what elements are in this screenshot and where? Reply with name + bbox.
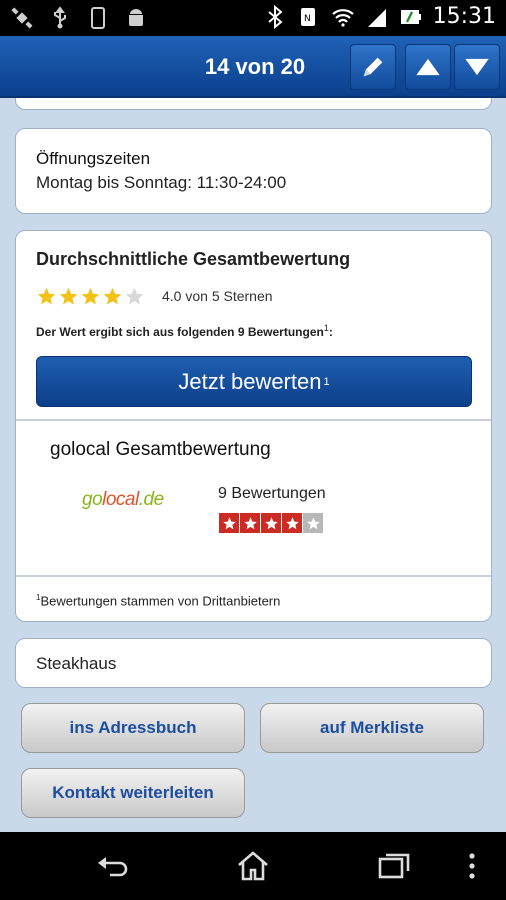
home-icon[interactable]	[235, 849, 271, 883]
rating-card: Durchschnittliche Gesamtbewertung 4.0 vo…	[15, 230, 492, 622]
wifi-icon	[331, 8, 354, 27]
opening-hours-title: Öffnungszeiten	[36, 149, 151, 168]
usb-icon	[54, 6, 66, 29]
battery-icon	[400, 9, 421, 24]
arrow-up-icon	[416, 58, 440, 76]
forward-contact-button[interactable]: Kontakt weiterleiten	[21, 768, 245, 818]
divider	[16, 419, 491, 421]
golocal-logo[interactable]: golocal.de	[82, 489, 164, 511]
satellite-icon	[11, 7, 33, 29]
rating-stars-text: 4.0 von 5 Sternen	[162, 288, 273, 304]
page-title: 14 von 20	[204, 54, 306, 79]
phone-icon	[91, 7, 105, 29]
rate-now-button[interactable]: Jetzt bewerten 1	[36, 356, 472, 407]
nfc-icon: N	[300, 7, 315, 26]
previous-button[interactable]	[405, 44, 451, 90]
next-button[interactable]	[454, 44, 500, 90]
star-icon	[303, 513, 323, 533]
add-to-watchlist-button[interactable]: auf Merkliste	[260, 703, 484, 753]
detail-content[interactable]: Öffnungszeiten Montag bis Sonntag: 11:30…	[0, 98, 506, 832]
star-icon	[37, 287, 56, 305]
svg-text:N: N	[304, 14, 311, 24]
status-bar: N 15:31	[0, 0, 506, 36]
add-to-address-book-button[interactable]: ins Adressbuch	[21, 703, 245, 753]
category-card: Steakhaus	[15, 638, 492, 688]
overflow-menu-icon[interactable]	[462, 849, 482, 883]
previous-card	[15, 98, 492, 110]
arrow-down-icon	[465, 58, 489, 76]
bluetooth-icon	[267, 4, 283, 29]
opening-hours-text: Montag bis Sonntag: 11:30-24:00	[36, 173, 287, 192]
rating-note: Der Wert ergibt sich aus folgenden 9 Bew…	[36, 323, 333, 339]
clock: 15:31	[432, 4, 496, 29]
star-icon	[125, 287, 144, 305]
star-icon	[59, 287, 78, 305]
rating-stars	[36, 286, 145, 307]
star-icon	[282, 513, 302, 533]
signal-icon	[367, 8, 386, 27]
star-icon	[81, 287, 100, 305]
star-icon	[103, 287, 122, 305]
android-icon	[129, 9, 143, 26]
edit-button[interactable]	[350, 44, 396, 90]
action-bar: 14 von 20	[0, 36, 506, 98]
pencil-icon	[363, 57, 383, 77]
star-icon	[240, 513, 260, 533]
footnote: 1Bewertungen stammen von Drittanbietern	[36, 593, 281, 609]
golocal-title: golocal Gesamtbewertung	[50, 439, 271, 460]
star-icon	[261, 513, 281, 533]
recent-apps-icon[interactable]	[376, 849, 412, 883]
golocal-stars	[219, 513, 323, 533]
star-icon	[219, 513, 239, 533]
navigation-bar	[0, 832, 506, 900]
golocal-review-count[interactable]: 9 Bewertungen	[218, 485, 326, 503]
opening-hours-card: Öffnungszeiten Montag bis Sonntag: 11:30…	[15, 128, 492, 214]
divider	[16, 575, 491, 577]
back-icon[interactable]	[94, 849, 130, 883]
rating-title: Durchschnittliche Gesamtbewertung	[36, 249, 351, 269]
